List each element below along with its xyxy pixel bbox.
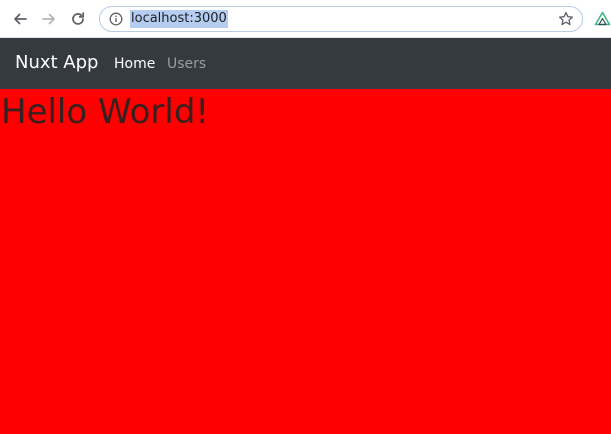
address-bar[interactable]: localhost:3000 [99,6,583,32]
navbar-brand[interactable]: Nuxt App [15,52,98,74]
back-arrow-icon [14,13,27,25]
nav-link-home[interactable]: Home [114,55,155,73]
browser-window: localhost:3000 Nuxt App Home Users Hello… [0,0,611,434]
main-content: Hello World! [0,89,611,434]
star-icon[interactable] [558,11,574,27]
forward-arrow-icon [42,13,55,25]
back-button[interactable] [9,8,31,30]
info-icon[interactable] [109,12,123,26]
triangle-extension-icon[interactable] [594,11,611,26]
url-text[interactable]: localhost:3000 [130,10,228,28]
navbar: Nuxt App Home Users [0,38,611,89]
page-heading: Hello World! [1,92,210,132]
forward-button[interactable] [38,8,60,30]
reload-button[interactable] [67,8,89,30]
nav-link-users[interactable]: Users [167,55,206,73]
browser-toolbar: localhost:3000 [0,0,611,38]
reload-icon [72,12,85,25]
